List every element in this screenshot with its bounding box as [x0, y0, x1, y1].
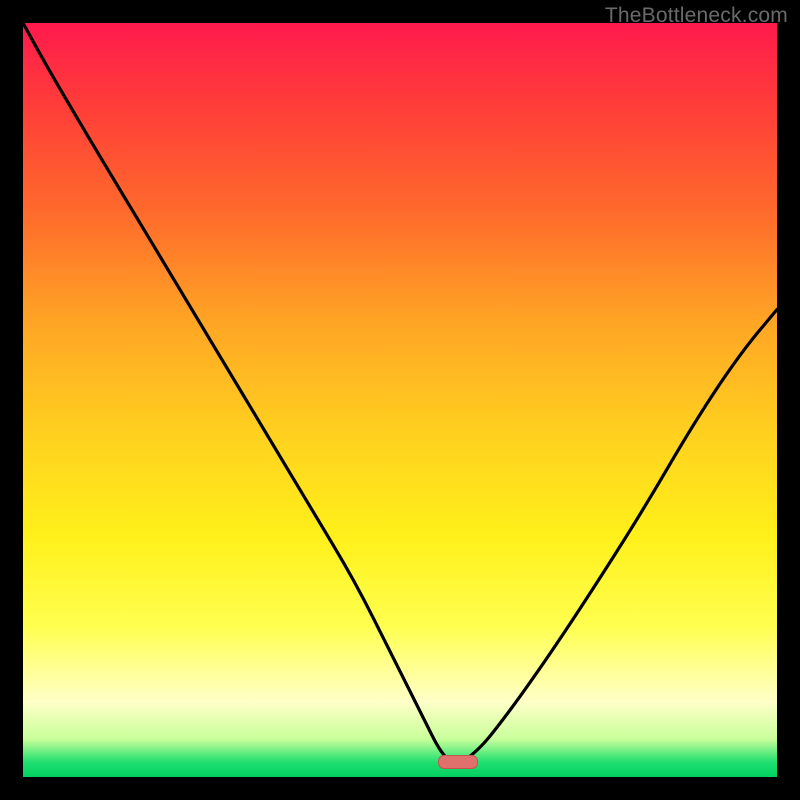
chart-frame: TheBottleneck.com — [0, 0, 800, 800]
plot-area — [23, 23, 777, 777]
bottleneck-curve — [23, 23, 777, 777]
watermark-text: TheBottleneck.com — [605, 4, 788, 28]
optimum-marker — [438, 755, 478, 769]
